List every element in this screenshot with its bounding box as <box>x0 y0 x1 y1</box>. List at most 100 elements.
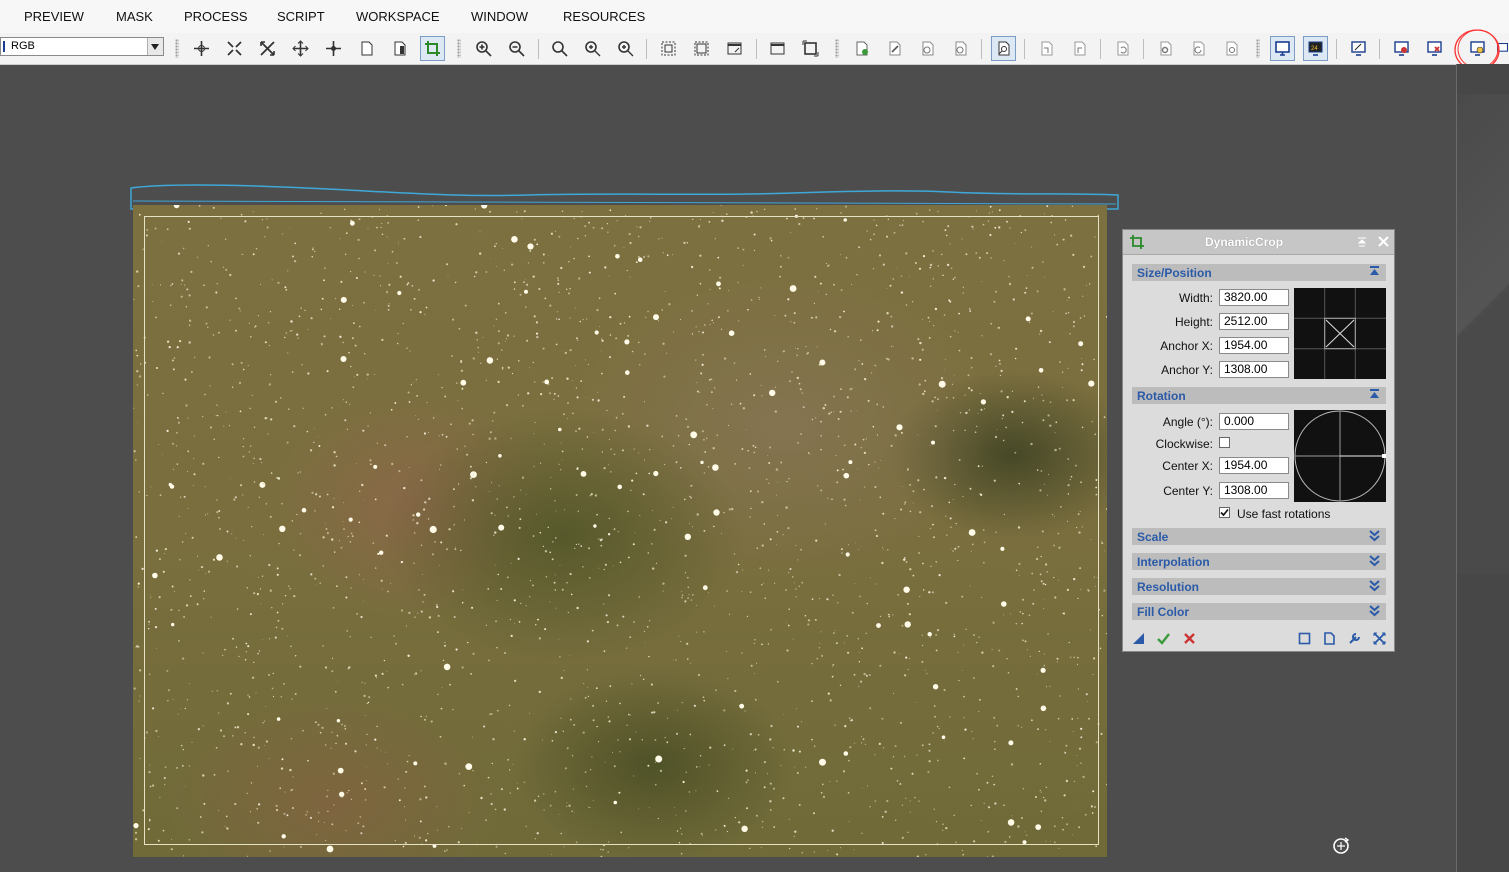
toolbar: RGB 24 <box>0 33 1509 65</box>
readout-mode-button[interactable] <box>189 36 214 61</box>
anchor-x-field[interactable]: 1954.00 <box>1219 337 1289 354</box>
resolution-header[interactable]: Resolution <box>1132 578 1386 595</box>
toolbar-grip[interactable] <box>1256 39 1260 58</box>
menu-resources[interactable]: RESOURCES <box>563 9 645 24</box>
history-button[interactable] <box>1110 36 1135 61</box>
stf-button[interactable] <box>1346 36 1371 61</box>
preview-edit-button[interactable] <box>387 36 412 61</box>
new-image-button[interactable] <box>849 36 874 61</box>
crop-rectangle[interactable] <box>144 216 1099 845</box>
move-mode-button[interactable] <box>288 36 313 61</box>
execute-icon[interactable] <box>1157 632 1170 645</box>
toolbar-separator <box>1100 39 1101 59</box>
fast-rotations-checkbox[interactable] <box>1219 507 1230 518</box>
monitor-remove-icon <box>1394 41 1409 56</box>
display-button[interactable] <box>1270 36 1295 61</box>
monitor-edit-icon <box>1351 41 1366 56</box>
arrows-in-icon <box>227 41 242 56</box>
toolbar-separator <box>1143 39 1144 59</box>
rotation-header[interactable]: Rotation <box>1132 387 1386 404</box>
edit-image-button[interactable] <box>882 36 907 61</box>
fit-window-button[interactable] <box>722 36 747 61</box>
undo-button[interactable] <box>1034 36 1059 61</box>
mask-refresh-button[interactable] <box>1186 36 1211 61</box>
zoom-plus-icon <box>618 41 634 57</box>
center-y-field[interactable]: 1308.00 <box>1219 482 1289 499</box>
document-remove-icon <box>955 41 967 56</box>
undo-icon <box>1041 41 1053 56</box>
reset-icon[interactable] <box>1373 632 1386 645</box>
toolbar-grip[interactable] <box>175 39 179 58</box>
toolbar-grip[interactable] <box>835 39 839 58</box>
center-x-field[interactable]: 1954.00 <box>1219 457 1289 474</box>
interpolation-header[interactable]: Interpolation <box>1132 553 1386 570</box>
menu-process[interactable]: PROCESS <box>184 9 248 24</box>
channel-select[interactable]: RGB <box>0 37 164 56</box>
fit-view-button[interactable] <box>656 36 681 61</box>
mask-settings-button[interactable] <box>1153 36 1178 61</box>
menu-preview[interactable]: PREVIEW <box>24 9 84 24</box>
browse-docs-icon[interactable] <box>1298 632 1311 645</box>
height-field[interactable]: 2512.00 <box>1219 313 1289 330</box>
dynamic-crop-button[interactable] <box>420 36 445 61</box>
close-image-button[interactable] <box>948 36 973 61</box>
workspace-rotate-icon[interactable] <box>1332 836 1352 856</box>
monitor-icon <box>1275 41 1290 56</box>
toolbar-separator <box>981 39 982 59</box>
section-label: Fill Color <box>1137 605 1189 619</box>
zoom-2-1-button[interactable] <box>580 36 605 61</box>
wrench-icon[interactable] <box>1348 632 1361 645</box>
anchor-y-field[interactable]: 1308.00 <box>1219 361 1289 378</box>
zoom-fit-button[interactable] <box>222 36 247 61</box>
stf-reset-button[interactable] <box>1389 36 1414 61</box>
section-label: Interpolation <box>1137 555 1210 569</box>
chevron-down-icon[interactable] <box>147 38 163 55</box>
document-search-icon <box>998 41 1010 56</box>
document-icon[interactable] <box>1323 632 1336 645</box>
zoom-in-icon <box>476 41 492 57</box>
collapse-icon <box>1370 266 1379 275</box>
size-position-header[interactable]: Size/Position <box>1132 264 1386 281</box>
cancel-icon[interactable] <box>1183 632 1196 645</box>
panel-title-bar[interactable]: DynamicCrop <box>1123 230 1394 255</box>
close-icon[interactable] <box>1378 236 1389 247</box>
angle-field[interactable]: 0.000 <box>1219 413 1289 430</box>
rotation-dial[interactable] <box>1294 410 1386 502</box>
width-field[interactable]: 3820.00 <box>1219 289 1289 306</box>
anchor-grid[interactable] <box>1294 288 1386 379</box>
redo-button[interactable] <box>1067 36 1092 61</box>
zoom-in-button[interactable] <box>471 36 496 61</box>
shade-icon[interactable] <box>1357 237 1367 247</box>
clockwise-checkbox[interactable] <box>1219 437 1230 448</box>
zoom-1-1-button[interactable] <box>547 36 572 61</box>
crop-icon <box>1130 235 1144 249</box>
gear-icon <box>1160 41 1172 56</box>
center-y-label: Center Y: <box>1163 484 1213 498</box>
new-instance-icon[interactable] <box>1132 632 1145 645</box>
menu-mask[interactable]: MASK <box>116 9 153 24</box>
menu-workspace[interactable]: WORKSPACE <box>356 9 440 24</box>
window-icon <box>770 42 785 55</box>
pan-mode-button[interactable] <box>255 36 280 61</box>
scale-header[interactable]: Scale <box>1132 528 1386 545</box>
duplicate-image-button[interactable] <box>915 36 940 61</box>
toolbar-grip[interactable] <box>457 39 461 58</box>
fullscreen-button[interactable] <box>798 36 823 61</box>
mask-remove-button[interactable] <box>1219 36 1244 61</box>
fit-selection-button[interactable] <box>689 36 714 61</box>
edit-mode-button[interactable] <box>354 36 379 61</box>
zoom-out-button[interactable] <box>504 36 529 61</box>
target-move-icon <box>326 41 341 56</box>
history-icon <box>1117 41 1129 56</box>
display-24bit-button[interactable]: 24 <box>1303 36 1328 61</box>
menu-window[interactable]: WINDOW <box>471 9 528 24</box>
fill-color-header[interactable]: Fill Color <box>1132 603 1386 620</box>
maximize-button[interactable] <box>765 36 790 61</box>
side-panel-shade <box>1457 94 1509 574</box>
stf-clear-button[interactable] <box>1422 36 1447 61</box>
anchor-x-label: Anchor X: <box>1160 339 1213 353</box>
explorer-button[interactable] <box>991 36 1016 61</box>
menu-script[interactable]: SCRIPT <box>277 9 325 24</box>
center-mode-button[interactable] <box>321 36 346 61</box>
zoom-fit-window-button[interactable] <box>613 36 638 61</box>
